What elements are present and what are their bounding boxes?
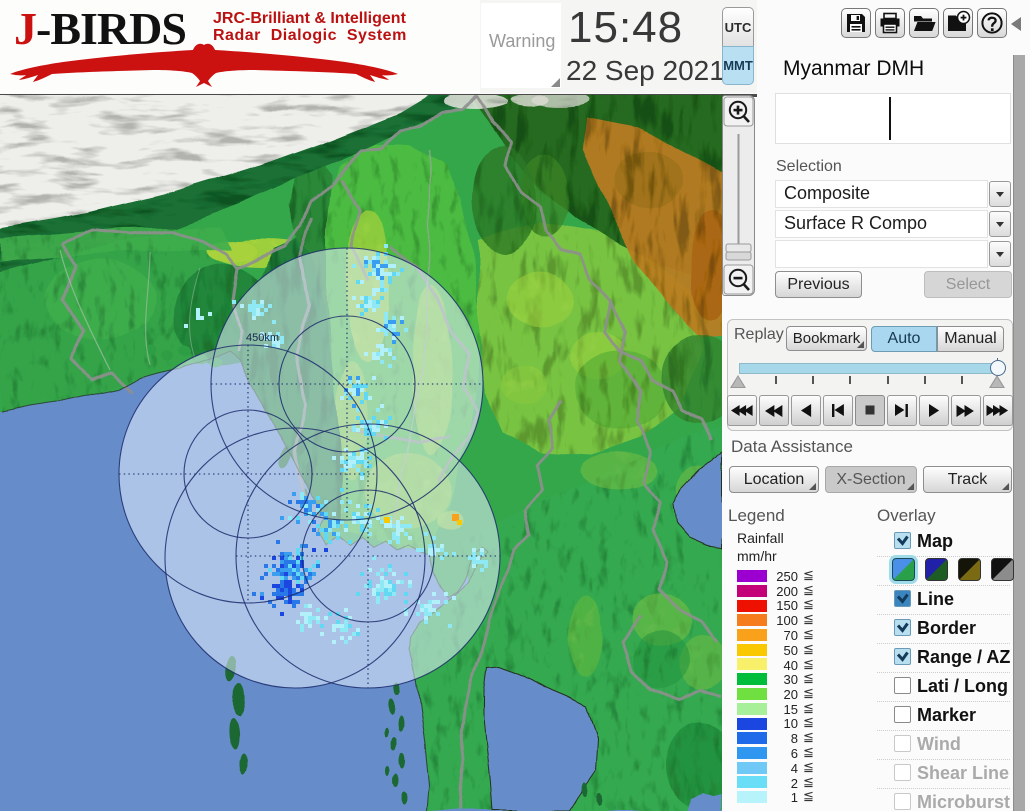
svg-text:450km: 450km (246, 332, 279, 344)
